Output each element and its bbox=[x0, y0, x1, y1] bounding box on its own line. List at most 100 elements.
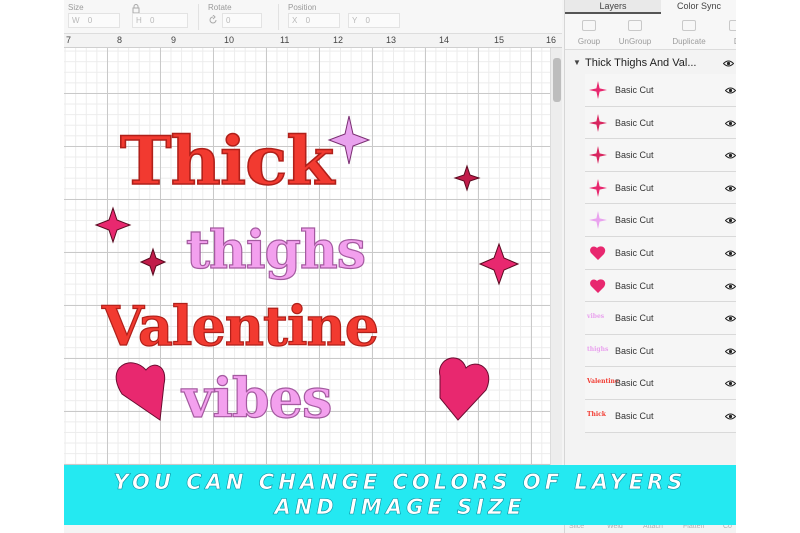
sparkle-icon bbox=[453, 164, 481, 192]
layer-row[interactable]: Thick Basic Cut bbox=[585, 399, 736, 433]
layer-thumbnail-text: vibes bbox=[587, 313, 605, 321]
eye-icon[interactable] bbox=[725, 185, 736, 192]
layer-row[interactable]: vibes Basic Cut bbox=[585, 302, 736, 335]
group-button[interactable]: Group bbox=[565, 14, 613, 50]
ruler-label: 16 bbox=[546, 35, 557, 45]
eye-icon[interactable] bbox=[725, 217, 736, 224]
heart-icon bbox=[589, 277, 607, 295]
layer-group-row[interactable]: ▼ Thick Thighs And Val... bbox=[565, 52, 736, 74]
y-value: 0 bbox=[365, 16, 370, 25]
layer-row[interactable]: Valentine Basic Cut bbox=[585, 367, 736, 400]
design-space-app: Size W 0 H 0 Rotate 0 Position X 0 Y 0 7… bbox=[64, 0, 736, 533]
width-value: 0 bbox=[87, 16, 93, 25]
rotate-icon bbox=[209, 15, 217, 24]
position-label: Position bbox=[288, 3, 317, 12]
layer-text-thumbnail: thighs bbox=[587, 342, 609, 360]
layer-row[interactable]: Basic Cut bbox=[585, 106, 736, 140]
layer-name: Basic Cut bbox=[615, 182, 654, 193]
ruler-label: 13 bbox=[386, 35, 397, 45]
sparkle-icon bbox=[94, 206, 132, 244]
y-label: Y bbox=[352, 16, 358, 25]
eye-icon[interactable] bbox=[725, 250, 736, 257]
height-label: H bbox=[136, 16, 142, 25]
toolbar-divider bbox=[198, 4, 199, 30]
ruler-label: 11 bbox=[280, 35, 290, 45]
layer-name: Basic Cut bbox=[615, 378, 654, 389]
size-label: Size bbox=[68, 3, 84, 12]
y-field[interactable]: Y 0 bbox=[348, 13, 400, 28]
rotate-label: Rotate bbox=[208, 3, 232, 12]
layer-name: Basic Cut bbox=[615, 313, 654, 324]
panel-tabs: Layers Color Sync bbox=[565, 0, 736, 14]
ungroup-icon bbox=[628, 20, 642, 31]
width-field[interactable]: W 0 bbox=[68, 13, 120, 28]
rotate-field[interactable]: 0 bbox=[222, 13, 262, 28]
tab-color-sync[interactable]: Color Sync bbox=[661, 0, 736, 14]
layer-thumbnail-text: Valentine bbox=[587, 378, 619, 386]
ruler-label: 7 bbox=[66, 35, 72, 45]
layer-row[interactable]: Basic Cut bbox=[585, 74, 736, 107]
layer-row[interactable]: Basic Cut bbox=[585, 269, 736, 303]
layer-name: Basic Cut bbox=[615, 345, 654, 356]
delete-button-label: De bbox=[715, 37, 736, 46]
eye-icon[interactable] bbox=[725, 413, 736, 420]
chevron-down-icon[interactable]: ▼ bbox=[573, 58, 581, 67]
layer-thumbnail-text: thighs bbox=[587, 345, 609, 353]
sparkle-icon bbox=[478, 242, 520, 286]
sparkle-icon bbox=[589, 178, 607, 197]
layer-text-thumbnail: vibes bbox=[587, 309, 607, 327]
ruler-label: 15 bbox=[494, 35, 505, 45]
height-field[interactable]: H 0 bbox=[132, 13, 188, 28]
layer-name: Basic Cut bbox=[615, 247, 654, 258]
vertical-scrollbar[interactable] bbox=[550, 48, 562, 513]
duplicate-button[interactable]: Duplicate bbox=[665, 14, 713, 50]
height-value: 0 bbox=[150, 16, 155, 25]
design-word-thick: Thick bbox=[119, 121, 335, 201]
sparkle-icon bbox=[589, 113, 607, 132]
layer-row[interactable]: Basic Cut bbox=[585, 171, 736, 205]
eye-icon[interactable] bbox=[725, 348, 736, 355]
width-label: W bbox=[72, 16, 80, 25]
layer-actions: Group UnGroup Duplicate De bbox=[565, 14, 736, 50]
eye-icon[interactable] bbox=[725, 283, 736, 290]
toolbar-divider bbox=[278, 4, 279, 30]
layer-row[interactable]: thighs Basic Cut bbox=[585, 334, 736, 368]
layer-thumbnail-text: Thick bbox=[587, 410, 606, 418]
layer-row[interactable]: Basic Cut bbox=[585, 204, 736, 237]
rotate-value: 0 bbox=[226, 16, 231, 25]
eye-icon[interactable] bbox=[725, 315, 736, 322]
design-artwork[interactable]: Thick thighs Valentine vibes bbox=[64, 48, 550, 468]
scrollbar-thumb[interactable] bbox=[553, 58, 561, 102]
delete-button[interactable]: De bbox=[715, 14, 736, 50]
layer-name: Basic Cut bbox=[615, 85, 654, 95]
group-icon bbox=[582, 20, 596, 31]
eye-icon[interactable] bbox=[725, 152, 736, 159]
ruler-label: 8 bbox=[117, 35, 123, 45]
x-label: X bbox=[292, 16, 298, 25]
duplicate-icon bbox=[682, 20, 696, 31]
rotate-group: Rotate 0 bbox=[208, 0, 268, 34]
sparkle-icon bbox=[139, 247, 167, 277]
x-field[interactable]: X 0 bbox=[288, 13, 340, 28]
design-word-vibes: vibes bbox=[181, 365, 333, 430]
heart-icon bbox=[115, 362, 166, 421]
sparkle-icon bbox=[327, 115, 371, 165]
layer-row[interactable]: Basic Cut bbox=[585, 236, 736, 270]
layer-name: Basic Cut bbox=[615, 215, 654, 226]
banner-line-1: YOU CAN CHANGE COLORS OF LAYERS bbox=[113, 470, 687, 495]
layer-list: Basic Cut Basic Cut Basic Cut Basic Cut Basi… bbox=[585, 74, 736, 433]
layer-name: Basic Cut bbox=[615, 117, 654, 128]
ungroup-button[interactable]: UnGroup bbox=[611, 14, 659, 50]
delete-icon bbox=[729, 20, 736, 31]
layer-row[interactable]: Basic Cut bbox=[585, 139, 736, 172]
eye-icon[interactable] bbox=[725, 380, 736, 387]
eye-icon[interactable] bbox=[723, 60, 734, 67]
eye-icon[interactable] bbox=[725, 87, 736, 94]
eye-icon[interactable] bbox=[725, 120, 736, 127]
ruler-label: 12 bbox=[333, 35, 344, 45]
layer-text-thumbnail: Valentine bbox=[587, 374, 619, 392]
lock-icon[interactable] bbox=[132, 4, 140, 13]
ungroup-button-label: UnGroup bbox=[618, 37, 652, 46]
sparkle-icon bbox=[589, 146, 607, 165]
tab-layers[interactable]: Layers bbox=[565, 0, 661, 14]
